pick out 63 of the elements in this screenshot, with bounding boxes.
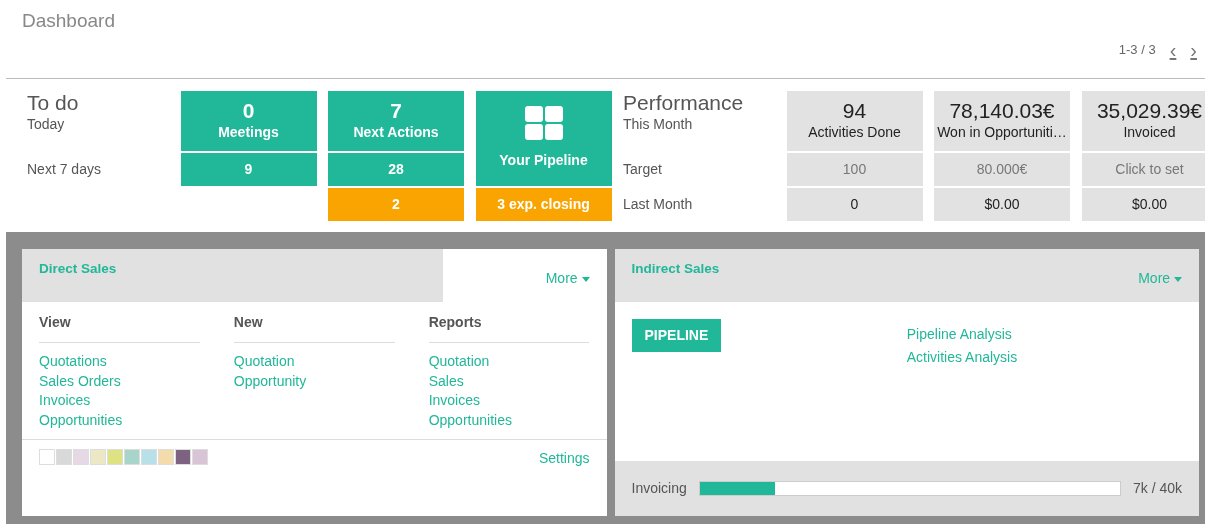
overdue-tile[interactable]: 2: [328, 188, 464, 221]
color-swatch[interactable]: [73, 449, 89, 465]
count-tile[interactable]: 7 Next Actions: [328, 91, 464, 151]
target-tile[interactable]: 80.000€: [934, 153, 1070, 186]
menu-link[interactable]: Opportunity: [233, 371, 395, 391]
column-heading: View: [39, 312, 200, 343]
column-heading: New: [233, 312, 395, 343]
row-label: Today: [27, 116, 65, 133]
row-label: Last Month: [623, 195, 694, 214]
previous-button[interactable]: ‹: [1169, 40, 1177, 60]
menu-link[interactable]: Sales Orders: [39, 371, 200, 391]
caret-icon: [1174, 276, 1182, 282]
progress-label: Invoicing: [631, 479, 687, 498]
pipeline-tile[interactable]: Your Pipeline: [475, 91, 612, 186]
report-link[interactable]: Pipeline Analysis: [906, 323, 1018, 346]
last-month-tile: $0.00: [934, 188, 1070, 221]
menu-link[interactable]: Invoices: [428, 391, 590, 411]
last-month-tile: 0: [786, 188, 923, 221]
card-title: Indirect Sales: [630, 260, 721, 278]
caret-icon: [581, 276, 590, 282]
target-tile[interactable]: Click to set: [1081, 153, 1205, 186]
kpi-tile: 94 Activities Done: [786, 91, 923, 151]
last-month-tile: $0.00: [1081, 188, 1205, 221]
menu-link[interactable]: Sales: [428, 371, 590, 391]
color-swatch[interactable]: [90, 449, 106, 465]
column-heading: Reports: [428, 312, 590, 343]
pipeline-button[interactable]: PIPELINE: [631, 319, 722, 352]
more-dropdown[interactable]: More: [1138, 268, 1182, 289]
section-title: Performance: [623, 91, 745, 115]
row-label: Next 7 days: [27, 160, 102, 179]
count-tile[interactable]: 28: [328, 153, 464, 186]
color-swatch[interactable]: [107, 449, 123, 465]
color-swatch[interactable]: [141, 449, 157, 465]
row-label: Target: [623, 160, 663, 179]
pager-text: 1-3 / 3: [1118, 41, 1156, 60]
section-title: To do: [27, 91, 80, 115]
report-link[interactable]: Activities Analysis: [906, 346, 1018, 369]
color-swatch[interactable]: [175, 449, 191, 465]
count-tile[interactable]: 0 Meetings: [180, 91, 317, 151]
count-tile[interactable]: 9: [180, 153, 317, 186]
menu-link[interactable]: Quotation: [233, 352, 395, 372]
menu-link[interactable]: Opportunities: [428, 410, 590, 430]
card-title: Direct Sales: [22, 249, 443, 302]
row-label: This Month: [623, 116, 693, 133]
color-swatch[interactable]: [56, 449, 72, 465]
menu-link[interactable]: Invoices: [39, 391, 200, 411]
more-dropdown[interactable]: More: [545, 268, 590, 289]
kpi-tile: 35,029.39€ Invoiced: [1081, 91, 1205, 151]
overdue-tile[interactable]: 3 exp. closing: [475, 188, 612, 221]
color-swatch[interactable]: [158, 449, 174, 465]
grid-icon: [524, 106, 563, 140]
menu-link[interactable]: Opportunities: [39, 410, 200, 430]
next-button[interactable]: ›: [1190, 40, 1197, 60]
page-title: Dashboard: [22, 9, 115, 33]
target-tile[interactable]: 100: [786, 153, 923, 186]
color-swatch[interactable]: [124, 449, 140, 465]
color-swatch[interactable]: [39, 449, 55, 465]
menu-link[interactable]: Quotation: [428, 352, 590, 372]
color-swatch[interactable]: [192, 449, 208, 465]
kpi-tile: 78,140.03€ Won in Opportuniti…: [934, 91, 1070, 151]
settings-link[interactable]: Settings: [538, 449, 590, 469]
menu-link[interactable]: Quotations: [39, 352, 200, 372]
progress-reading: 7k / 40k: [1132, 479, 1182, 498]
